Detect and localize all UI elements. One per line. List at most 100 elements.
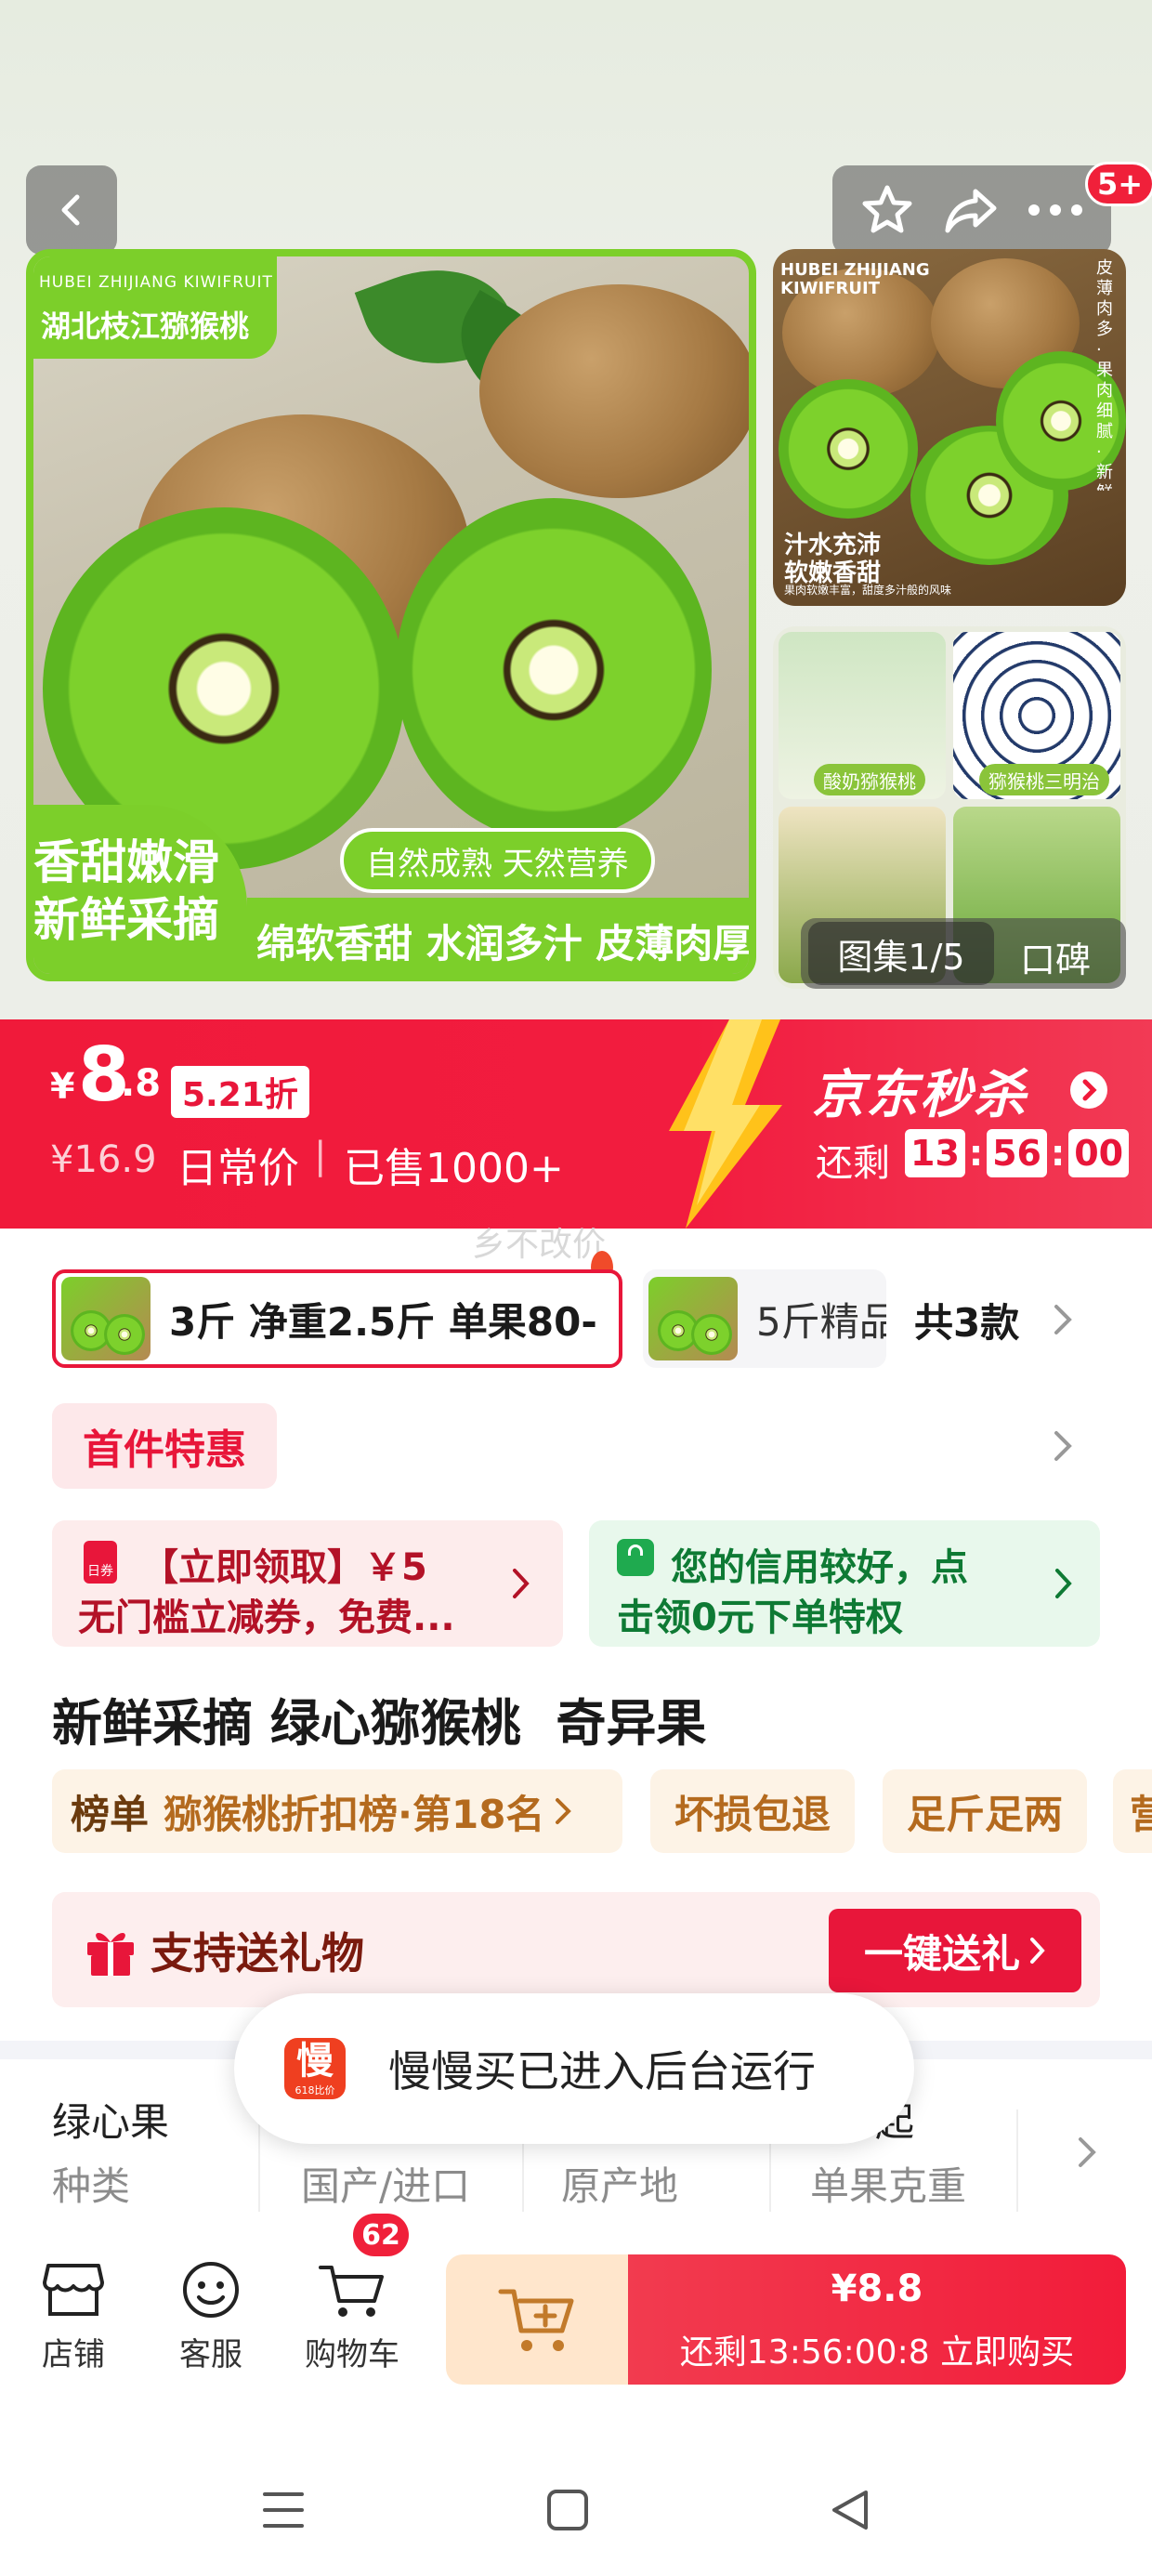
countdown-colon: : <box>1050 1133 1066 1174</box>
seckill-title[interactable]: 京东秒杀 <box>812 1053 1028 1128</box>
service-label: 客服 <box>179 2336 242 2373</box>
thumb1-side-text: 皮薄肉多 · 果肉细腻 · 新鲜味美 <box>1096 258 1113 491</box>
sold-count: 已售1000+ <box>344 1145 564 1192</box>
thumb1-brand-en-2: KIWIFRUIT <box>780 279 880 298</box>
thumb2-label-b: 猕猴桃三明治 <box>979 764 1109 795</box>
coupon-card[interactable]: 日券 【立即领取】￥5 无门槛立减券，免费... <box>52 1520 563 1647</box>
gift-label: 支持送礼物 <box>151 1928 364 1978</box>
lightning-icon <box>669 1019 782 1229</box>
app-icon-sub: 618比价 <box>295 2084 335 2096</box>
remaining-label: 还剩 <box>816 1142 890 1185</box>
gift-button[interactable]: 一键送礼 <box>829 1909 1081 1992</box>
variant-label: 5斤精品 <box>756 1298 886 1345</box>
product-title: 新鲜采摘 绿心猕猴桃 奇异果 <box>52 1694 707 1753</box>
bottom-action-bar: 店铺 客服 购物车 62 ¥8.8 还剩13:56:00:8 立即购买 <box>0 2212 1152 2398</box>
spec-label: 原产地 <box>561 2163 679 2209</box>
gift-icon <box>87 1932 134 1976</box>
brand-en: HUBEI ZHIJIANG KIWIFRUIT <box>39 273 273 292</box>
credit-line1: 您的信用较好，点 <box>671 1546 968 1589</box>
product-gallery[interactable]: 5+ HUBEI ZHIJIANG KIWIFRUIT 湖北枝江猕猴桃 香甜嫩滑… <box>0 0 1152 1019</box>
chevron-right-icon <box>1055 1569 1072 1598</box>
price-bar: ¥ 8 .8 5.21折 ¥16.9 日常价 | 已售1000+ 京东秒杀 还剩… <box>0 1019 1152 1229</box>
countdown-hours: 13 <box>905 1129 965 1177</box>
variant-thumb <box>648 1277 738 1360</box>
slogan-line1: 香甜嫩滑 <box>33 835 219 889</box>
app-icon: 慢 618比价 <box>284 2038 346 2099</box>
gift-button-label: 一键送礼 <box>863 1930 1020 1977</box>
credit-privilege-card[interactable]: 您的信用较好，点 击领0元下单特权 <box>589 1520 1100 1647</box>
thumb2-label-a: 酸奶猕猴桃 <box>814 764 925 795</box>
countdown-seconds: 00 <box>1068 1129 1130 1177</box>
spec-divider <box>1016 2109 1018 2212</box>
chevron-right-icon <box>513 1569 530 1598</box>
message-badge: 5+ <box>1085 162 1152 206</box>
countdown: 13 : 56 : 00 <box>905 1129 1130 1177</box>
chevron-left-icon <box>61 194 80 226</box>
tag-full-weight: 足斤足两 <box>883 1769 1087 1853</box>
chevron-right-icon[interactable] <box>1076 2136 1098 2169</box>
original-price-label: 日常价 <box>177 1145 299 1192</box>
shop-button[interactable]: 店铺 <box>4 2212 143 2398</box>
back-button[interactable] <box>26 165 117 255</box>
countdown-minutes: 56 <box>987 1129 1047 1177</box>
back-triangle-icon[interactable] <box>829 2489 871 2531</box>
main-product-image[interactable]: HUBEI ZHIJIANG KIWIFRUIT 湖北枝江猕猴桃 香甜嫩滑 新鲜… <box>26 249 756 981</box>
star-icon[interactable] <box>859 182 915 238</box>
buy-price: ¥8.8 <box>831 2267 923 2310</box>
store-icon <box>43 2264 104 2316</box>
chevron-right-icon <box>556 1798 572 1824</box>
reputation-tab[interactable]: 口碑 <box>1020 931 1091 982</box>
feature-line: 绵软香甜 水润多汁 皮薄肉厚 <box>256 921 753 966</box>
brand-cn: 湖北枝江猕猴桃 <box>41 309 250 344</box>
spec-variety[interactable]: 绿心果 种类 <box>52 2091 256 2212</box>
thumb1-brand-en-1: HUBEI ZHIJIANG <box>780 260 930 280</box>
currency-symbol: ¥ <box>50 1066 75 1107</box>
cart-badge: 62 <box>353 2214 409 2256</box>
buy-label: 还剩13:56:00:8 立即购买 <box>679 2333 1075 2372</box>
variant-count[interactable]: 共3款 <box>914 1292 1019 1348</box>
credit-line2: 击领0元下单特权 <box>617 1597 903 1639</box>
natural-pill: 自然成熟 天然营养 <box>340 828 655 893</box>
service-face-icon <box>183 2262 239 2318</box>
toast-text: 慢慢买已进入后台运行 <box>388 2046 816 2096</box>
thumb1-small-caption: 果肉软嫩丰富，甜度多汁般的风味 <box>784 584 952 597</box>
gallery-thumb-1[interactable]: HUBEI ZHIJIANG KIWIFRUIT 皮薄肉多 · 果肉细腻 · 新… <box>773 249 1126 606</box>
menu-icon[interactable] <box>262 2491 305 2530</box>
slogan-line2: 新鲜采摘 <box>33 893 219 947</box>
price-separator: | <box>314 1135 327 1177</box>
home-square-icon[interactable] <box>546 2489 589 2531</box>
gallery-counter[interactable]: 图集1/5 <box>808 922 994 985</box>
variant-label: 3斤 净重2.5斤 单果80- <box>169 1298 597 1345</box>
spec-value: 绿心果 <box>52 2099 170 2145</box>
first-offer-badge[interactable]: 首件特惠 <box>52 1403 277 1489</box>
coupon-line1: 【立即领取】￥5 <box>141 1546 427 1589</box>
tag-overflow: 营 <box>1113 1769 1152 1853</box>
cart-plus-icon <box>498 2289 574 2351</box>
add-to-cart-button[interactable] <box>446 2254 628 2385</box>
chevron-right-icon <box>1030 1938 1045 1964</box>
customer-service-button[interactable]: 客服 <box>141 2212 281 2398</box>
variant-option[interactable]: 5斤精品 <box>643 1269 886 1368</box>
shopping-bag-icon <box>617 1539 654 1576</box>
cart-icon <box>319 2266 384 2317</box>
discount-badge: 5.21折 <box>171 1066 309 1118</box>
chevron-right-icon[interactable] <box>1052 1429 1074 1463</box>
gift-section[interactable]: 支持送礼物 一键送礼 <box>52 1892 1100 2007</box>
rank-prefix: 榜单 <box>71 1791 150 1837</box>
buy-now-button[interactable]: ¥8.8 还剩13:56:00:8 立即购买 <box>628 2254 1126 2385</box>
coupon-line2: 无门槛立减券，免费... <box>78 1597 455 1639</box>
background-run-toast: 慢 618比价 慢慢买已进入后台运行 <box>234 1993 914 2144</box>
cart-label: 购物车 <box>305 2336 399 2373</box>
tag-damage-refund: 坏损包退 <box>650 1769 855 1853</box>
more-dots-icon[interactable] <box>1027 201 1084 219</box>
spec-label: 国产/进口 <box>301 2163 471 2209</box>
header-actions <box>832 165 1111 255</box>
share-icon[interactable] <box>942 182 1000 238</box>
variant-option-selected[interactable]: 3斤 净重2.5斤 单果80- <box>52 1269 622 1368</box>
rank-tag[interactable]: 榜单 猕猴桃折扣榜·第18名 <box>52 1769 622 1853</box>
spec-label: 单果克重 <box>810 2163 967 2209</box>
original-price: ¥16.9 <box>50 1138 157 1181</box>
chevron-right-circle-icon[interactable] <box>1070 1071 1107 1109</box>
countdown-colon: : <box>968 1133 984 1174</box>
chevron-right-icon[interactable] <box>1052 1303 1074 1336</box>
